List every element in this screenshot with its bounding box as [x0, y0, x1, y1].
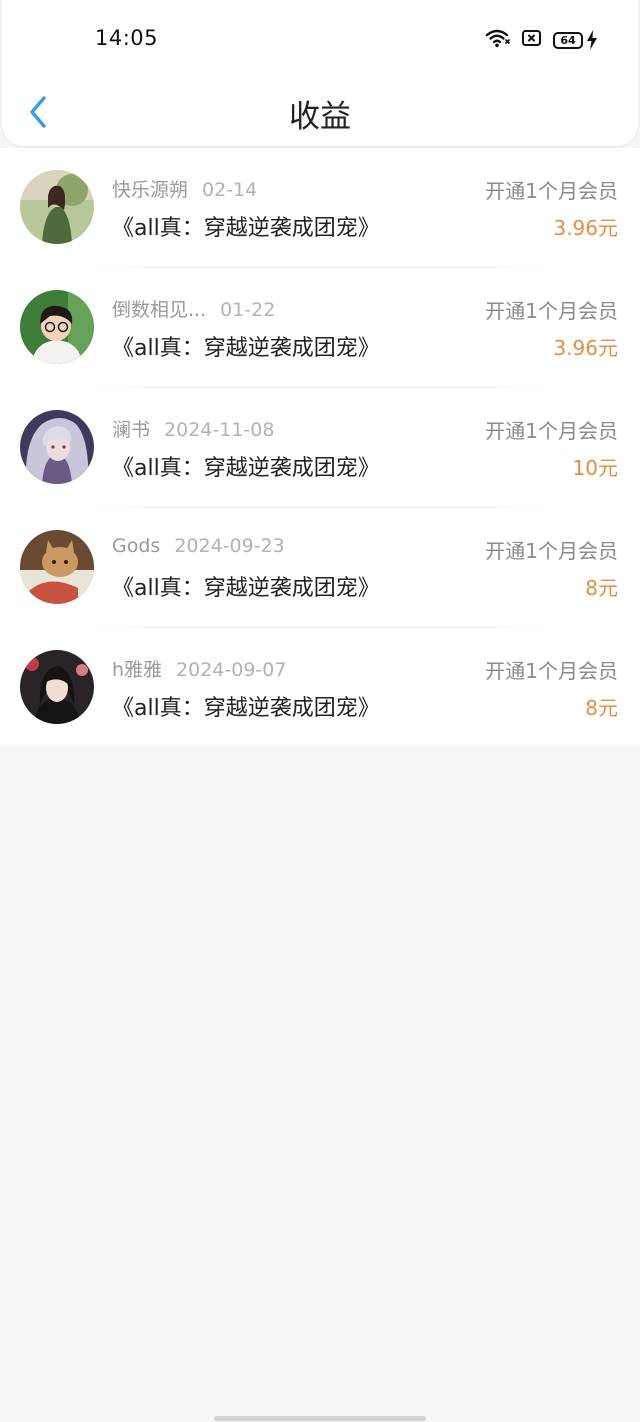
- top-bar: 14:05 64 收益: [2, 0, 638, 146]
- user-name: 倒数相见...: [112, 299, 207, 321]
- avatar[interactable]: [20, 410, 94, 484]
- page-title: 收益: [289, 99, 351, 135]
- record-amount: 10元: [572, 456, 618, 480]
- sim-card-icon: [521, 28, 543, 52]
- battery-icon: 64: [553, 30, 598, 50]
- list-item[interactable]: h雅雅 2024-09-07 《all真：穿越逆袭成团宠》 开通1个月会员 8元: [0, 628, 640, 748]
- record-date: 2024-11-08: [164, 419, 275, 441]
- home-indicator[interactable]: [214, 1416, 426, 1421]
- list-item[interactable]: 澜书 2024-11-08 《all真：穿越逆袭成团宠》 开通1个月会员 10元: [0, 388, 640, 508]
- status-time: 14:05: [95, 26, 159, 50]
- book-title: 《all真：穿越逆袭成团宠》: [112, 336, 380, 361]
- book-title: 《all真：穿越逆袭成团宠》: [112, 576, 380, 601]
- record-date: 2024-09-07: [176, 659, 287, 681]
- record-type: 开通1个月会员: [485, 299, 618, 323]
- avatar[interactable]: [20, 530, 94, 604]
- charging-bolt-icon: [587, 30, 597, 50]
- avatar[interactable]: [20, 290, 94, 364]
- list-item[interactable]: 倒数相见... 01-22 《all真：穿越逆袭成团宠》 开通1个月会员 3.96…: [0, 268, 640, 388]
- record-type: 开通1个月会员: [485, 179, 618, 203]
- user-name: h雅雅: [112, 659, 163, 681]
- user-name: Gods: [112, 535, 161, 557]
- list-item[interactable]: 快乐源朔 02-14 《all真：穿越逆袭成团宠》 开通1个月会员 3.96元: [0, 148, 640, 268]
- user-name: 快乐源朔: [112, 179, 189, 201]
- record-date: 02-14: [202, 179, 258, 201]
- avatar[interactable]: [20, 650, 94, 724]
- battery-level: 64: [553, 31, 583, 49]
- record-type: 开通1个月会员: [485, 659, 618, 683]
- record-date: 2024-09-23: [174, 535, 285, 557]
- record-amount: 8元: [585, 576, 618, 600]
- book-title: 《all真：穿越逆袭成团宠》: [112, 456, 380, 481]
- record-amount: 8元: [585, 696, 618, 720]
- book-title: 《all真：穿越逆袭成团宠》: [112, 696, 380, 721]
- user-name: 澜书: [112, 419, 151, 441]
- status-icons: 64: [485, 28, 598, 52]
- record-date: 01-22: [220, 299, 276, 321]
- wifi-icon: [485, 28, 511, 52]
- record-type: 开通1个月会员: [485, 419, 618, 443]
- record-type: 开通1个月会员: [485, 539, 618, 563]
- list-item[interactable]: Gods 2024-09-23 《all真：穿越逆袭成团宠》 开通1个月会员 8元: [0, 508, 640, 628]
- record-amount: 3.96元: [553, 216, 618, 240]
- record-amount: 3.96元: [553, 336, 618, 360]
- avatar[interactable]: [20, 170, 94, 244]
- book-title: 《all真：穿越逆袭成团宠》: [112, 216, 380, 241]
- earnings-list: 快乐源朔 02-14 《all真：穿越逆袭成团宠》 开通1个月会员 3.96元 倒…: [0, 148, 640, 746]
